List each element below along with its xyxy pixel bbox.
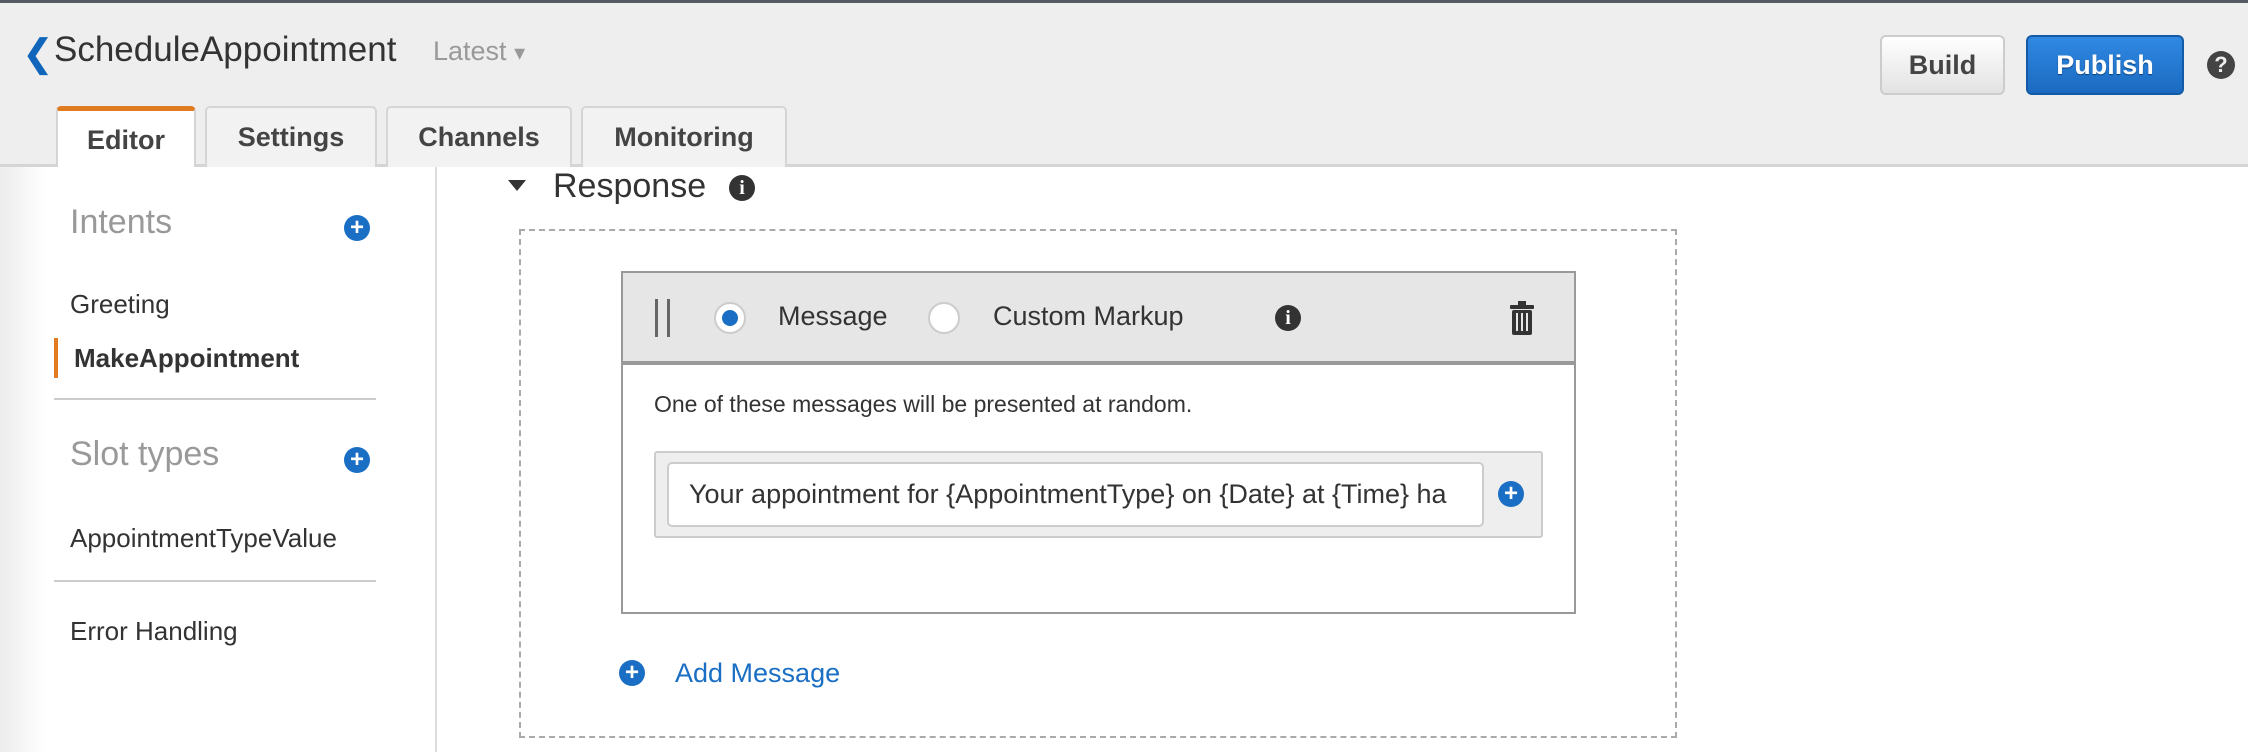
tab-settings[interactable]: Settings bbox=[205, 106, 377, 167]
add-message-link[interactable]: Add Message bbox=[675, 658, 840, 689]
tab-label: Editor bbox=[87, 125, 165, 155]
publish-button[interactable]: Publish bbox=[2026, 35, 2184, 95]
divider bbox=[54, 398, 376, 400]
tab-label: Monitoring bbox=[614, 122, 754, 152]
selected-indicator bbox=[54, 338, 58, 378]
message-radio-label[interactable]: Message bbox=[778, 301, 888, 332]
version-dropdown[interactable]: Latest ▾ bbox=[433, 36, 525, 67]
random-hint: One of these messages will be presented … bbox=[654, 391, 1193, 417]
sidebar-item-appointmenttypevalue[interactable]: AppointmentTypeValue bbox=[70, 523, 337, 554]
add-variation-plus-icon[interactable]: + bbox=[1498, 481, 1524, 507]
tab-label: Settings bbox=[237, 122, 345, 152]
response-section-title: Response bbox=[553, 167, 707, 205]
info-icon[interactable]: i bbox=[729, 175, 755, 201]
collapse-triangle-icon[interactable] bbox=[508, 180, 526, 191]
build-button[interactable]: Build bbox=[1880, 35, 2005, 95]
info-icon[interactable]: i bbox=[1275, 305, 1301, 331]
tab-label: Channels bbox=[418, 122, 540, 152]
card-header: Message Custom Markup i bbox=[623, 273, 1574, 365]
add-slot-type-plus-icon[interactable]: + bbox=[344, 447, 370, 473]
tab-editor[interactable]: Editor bbox=[56, 106, 196, 170]
bot-title: ScheduleAppointment bbox=[54, 30, 397, 69]
divider bbox=[54, 580, 376, 582]
add-intent-plus-icon[interactable]: + bbox=[344, 215, 370, 241]
tab-monitoring[interactable]: Monitoring bbox=[581, 106, 787, 167]
message-card: Message Custom Markup i One of these mes… bbox=[621, 271, 1576, 614]
message-input[interactable] bbox=[667, 462, 1484, 527]
help-icon[interactable]: ? bbox=[2207, 51, 2235, 79]
header: ❮ ScheduleAppointment Latest ▾ Editor Se… bbox=[0, 3, 2248, 170]
back-chevron-icon[interactable]: ❮ bbox=[22, 31, 54, 76]
drag-handle-icon[interactable] bbox=[655, 299, 670, 337]
caret-down-icon: ▾ bbox=[514, 40, 526, 65]
custom-markup-radio-label[interactable]: Custom Markup bbox=[993, 301, 1184, 332]
tab-channels[interactable]: Channels bbox=[386, 106, 572, 167]
sidebar-item-error-handling[interactable]: Error Handling bbox=[70, 616, 238, 647]
sidebar-item-makeappointment[interactable]: MakeAppointment bbox=[74, 343, 299, 374]
message-input-group: + bbox=[654, 451, 1543, 538]
custom-markup-radio[interactable] bbox=[928, 302, 960, 334]
sidebar-item-greeting[interactable]: Greeting bbox=[70, 289, 170, 320]
add-message-plus-icon[interactable]: + bbox=[619, 660, 645, 686]
version-label: Latest bbox=[433, 36, 507, 66]
message-radio[interactable] bbox=[714, 302, 746, 334]
trash-icon[interactable] bbox=[1509, 301, 1535, 335]
intents-heading: Intents bbox=[70, 203, 173, 241]
sidebar: Intents + Greeting MakeAppointment Slot … bbox=[0, 167, 437, 752]
slot-types-heading: Slot types bbox=[70, 435, 220, 473]
